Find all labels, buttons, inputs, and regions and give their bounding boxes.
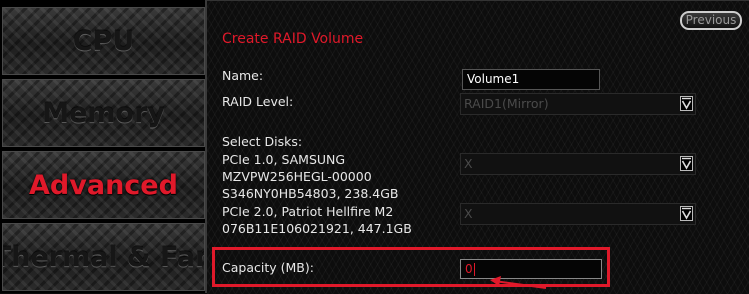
disk2-select[interactable]: X bbox=[460, 203, 696, 225]
disk1-select[interactable]: X bbox=[460, 153, 696, 175]
chevron-down-icon[interactable] bbox=[680, 96, 693, 111]
disk1-line2: MZVPW256HEGL-00000 bbox=[222, 169, 372, 184]
capacity-value: 0 bbox=[465, 262, 473, 276]
disk2-value: X bbox=[464, 206, 473, 221]
capacity-label: Capacity (MB): bbox=[222, 260, 314, 275]
sidebar: CPU Memory Advanced Thermal & Fan bbox=[0, 0, 207, 293]
tab-advanced[interactable]: Advanced bbox=[2, 151, 205, 219]
disk1-line1: PCIe 1.0, SAMSUNG bbox=[222, 152, 346, 167]
raid-level-value: RAID1(Mirror) bbox=[464, 96, 549, 111]
disk2-line1: PCIe 2.0, Patriot Hellfire M2 bbox=[222, 204, 394, 219]
previous-button[interactable]: Previous bbox=[680, 11, 742, 30]
name-label: Name: bbox=[222, 68, 264, 83]
disk2-line2: 076B11E106021921, 447.1GB bbox=[222, 221, 412, 236]
select-disks-label: Select Disks: bbox=[222, 134, 303, 149]
text-caret bbox=[473, 263, 475, 276]
chevron-down-icon[interactable] bbox=[680, 156, 693, 171]
raid-level-label: RAID Level: bbox=[222, 94, 294, 109]
disk1-value: X bbox=[464, 156, 473, 171]
tab-thermal-fan[interactable]: Thermal & Fan bbox=[2, 223, 205, 291]
raid-level-select[interactable]: RAID1(Mirror) bbox=[460, 93, 696, 115]
name-field[interactable]: Volume1 bbox=[462, 69, 600, 90]
main-panel: Previous Create RAID Volume Name: Volume… bbox=[207, 0, 749, 294]
tab-memory[interactable]: Memory bbox=[2, 79, 205, 147]
page-title: Create RAID Volume bbox=[222, 31, 364, 47]
chevron-down-icon[interactable] bbox=[680, 206, 693, 221]
pointer-arrow-icon bbox=[490, 276, 547, 289]
tab-cpu[interactable]: CPU bbox=[2, 7, 205, 75]
disk1-line3: S346NY0HB54803, 238.4GB bbox=[222, 186, 399, 201]
